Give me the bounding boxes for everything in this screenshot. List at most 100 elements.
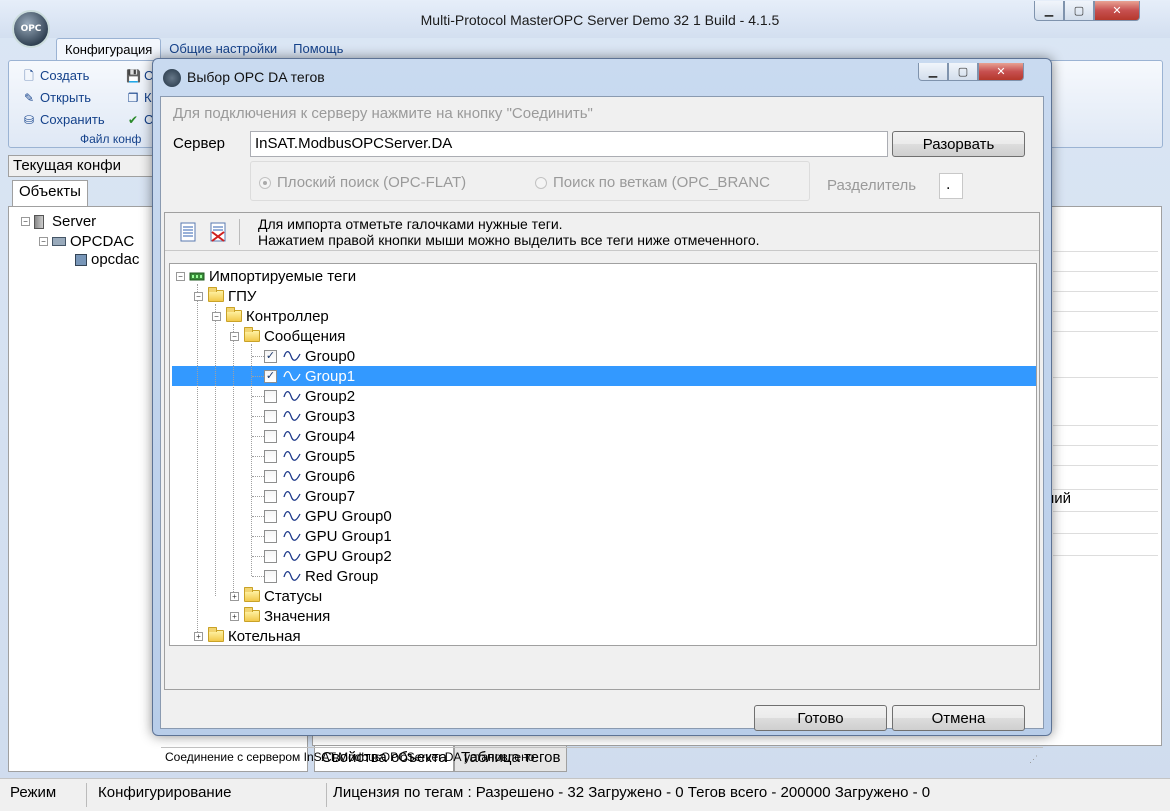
open-button[interactable]: ✎ Открыть	[22, 90, 91, 105]
ribbon-item-2-2-label: К	[144, 90, 152, 105]
collapse-icon[interactable]: −	[194, 291, 203, 301]
minimize-icon[interactable]: ▁	[918, 63, 948, 81]
tree-node-opcdac[interactable]: − OPCDAC	[39, 233, 134, 250]
tag-item[interactable]: GPU Group0	[248, 506, 392, 526]
ribbon-item-2-3[interactable]: ✔ С	[126, 112, 153, 127]
tree-connector	[252, 456, 264, 457]
tag-item[interactable]: ✓ Group0	[248, 346, 355, 366]
disconnect-button[interactable]: Разорвать	[892, 131, 1025, 157]
create-button[interactable]: 🗋 Создать	[22, 68, 89, 83]
dialog-status-text: Соединение с сервером InSAT.ModbusOPCSer…	[165, 750, 535, 764]
collapse-icon[interactable]: −	[39, 237, 48, 246]
tag-item[interactable]: Group4	[248, 426, 355, 446]
tag-checkbox[interactable]	[264, 509, 277, 523]
create-label: Создать	[40, 68, 90, 83]
tag-item[interactable]: Group3	[248, 406, 355, 426]
tag-tree[interactable]: − Импортируемые теги − ГПУ − Контроллер	[169, 263, 1037, 646]
check-icon: ✔	[127, 112, 139, 127]
collapse-icon[interactable]: −	[176, 271, 185, 281]
status-mode-value: Конфигурирование	[98, 784, 232, 801]
resize-grip-icon[interactable]: ⋰	[1029, 754, 1039, 764]
ribbon-item-2-2[interactable]: ❐ К	[126, 90, 152, 105]
tag-checkbox[interactable]	[264, 469, 277, 483]
radio-branch-search[interactable]: Поиск по веткам (OPC_BRANC	[535, 174, 807, 191]
maximize-icon[interactable]: ▢	[1064, 1, 1094, 21]
tree-node-statuses[interactable]: + Статусы	[230, 586, 322, 606]
tree-node-server[interactable]: − Server	[21, 213, 96, 230]
tag-checkbox[interactable]	[264, 489, 277, 503]
tag-checkbox[interactable]	[264, 389, 277, 403]
tag-item[interactable]: Red Group	[248, 566, 378, 586]
tree-node-imported-tags-label: Импортируемые теги	[209, 267, 357, 285]
tag-selection-dialog: Выбор OPC DA тегов ▁ ▢ ✕ Для подключения…	[152, 58, 1052, 764]
tag-item-label: Group5	[305, 447, 356, 465]
tag-checkbox[interactable]	[264, 529, 277, 543]
separator-input[interactable]: .	[939, 173, 963, 199]
save-button[interactable]: ⛁ Сохранить	[22, 112, 105, 127]
tab-general-settings[interactable]: Общие настройки	[161, 38, 285, 60]
signal-wave-icon	[283, 390, 301, 401]
tree-node-boiler[interactable]: + Котельная	[194, 626, 301, 645]
collapse-icon[interactable]: −	[21, 217, 30, 226]
tree-node-gpu[interactable]: − ГПУ	[194, 286, 256, 306]
tab-objects[interactable]: Объекты	[12, 180, 88, 206]
check-all-icon[interactable]	[179, 222, 197, 242]
minimize-icon[interactable]: ▁	[1034, 1, 1064, 21]
save-icon: ⛁	[23, 112, 35, 127]
tree-node-opcdac-child[interactable]: opcdac	[75, 251, 139, 268]
signal-wave-icon	[283, 570, 301, 581]
expand-icon[interactable]: +	[230, 591, 239, 601]
signal-wave-icon	[283, 410, 301, 421]
search-mode-group: Плоский поиск (OPC-FLAT) Поиск по веткам…	[250, 161, 810, 201]
tag-checkbox[interactable]: ✓	[264, 349, 277, 363]
connect-hint: Для подключения к серверу нажмите на кно…	[173, 105, 593, 122]
ribbon-tabs: Конфигурация Общие настройки Помощь	[56, 38, 351, 60]
collapse-icon[interactable]: −	[230, 331, 239, 341]
tree-node-values[interactable]: + Значения	[230, 606, 330, 626]
tree-connector	[252, 556, 264, 557]
uncheck-all-icon[interactable]	[209, 222, 227, 242]
expand-icon[interactable]: +	[230, 611, 239, 621]
tree-node-imported-tags[interactable]: − Импортируемые теги	[176, 266, 356, 286]
grid-line	[1053, 377, 1158, 378]
tab-configuration[interactable]: Конфигурация	[56, 38, 162, 60]
dialog-content: Для подключения к серверу нажмите на кно…	[160, 96, 1044, 764]
tag-item[interactable]: GPU Group2	[248, 546, 392, 566]
tag-checkbox[interactable]	[264, 429, 277, 443]
tag-item[interactable]: ✓ Group1	[248, 366, 355, 386]
maximize-icon[interactable]: ▢	[948, 63, 978, 81]
server-input[interactable]: InSAT.ModbusOPCServer.DA	[250, 131, 888, 157]
close-icon[interactable]: ✕	[978, 63, 1024, 81]
tab-help[interactable]: Помощь	[285, 38, 351, 60]
close-icon[interactable]: ✕	[1094, 1, 1140, 21]
tag-item-label: Red Group	[305, 567, 379, 585]
tag-item[interactable]: Group6	[248, 466, 355, 486]
tag-item[interactable]: GPU Group1	[248, 526, 392, 546]
signal-wave-icon	[283, 550, 301, 561]
tag-checkbox[interactable]	[264, 549, 277, 563]
signal-wave-icon	[283, 450, 301, 461]
tag-item[interactable]: Group2	[248, 386, 355, 406]
collapse-icon[interactable]: −	[212, 311, 221, 321]
tag-checkbox[interactable]: ✓	[264, 369, 277, 383]
tag-item[interactable]: Group7	[248, 486, 355, 506]
cancel-button[interactable]: Отмена	[892, 705, 1025, 731]
done-button[interactable]: Готово	[754, 705, 887, 731]
dialog-status-bar: Соединение с сервером InSAT.ModbusOPCSer…	[161, 747, 1043, 767]
node-icon	[75, 253, 87, 266]
app-logo-icon[interactable]: OPC	[12, 10, 50, 48]
grid-line	[1053, 291, 1158, 292]
app-logo-text: OPC	[20, 24, 42, 34]
server-label: Сервер	[173, 135, 226, 152]
tree-node-controller[interactable]: − Контроллер	[212, 306, 329, 326]
radio-flat-search[interactable]: Плоский поиск (OPC-FLAT)	[259, 174, 466, 191]
tag-checkbox[interactable]	[264, 409, 277, 423]
status-bar: Режим Конфигурирование Лицензия по тегам…	[0, 778, 1170, 811]
tag-checkbox[interactable]	[264, 449, 277, 463]
open-label: Открыть	[40, 90, 92, 105]
tag-checkbox[interactable]	[264, 569, 277, 583]
tag-item[interactable]: Group5	[248, 446, 355, 466]
expand-icon[interactable]: +	[194, 631, 203, 641]
ribbon-item-2-1[interactable]: 💾 С	[126, 68, 153, 83]
tree-node-messages[interactable]: − Сообщения	[230, 326, 345, 346]
